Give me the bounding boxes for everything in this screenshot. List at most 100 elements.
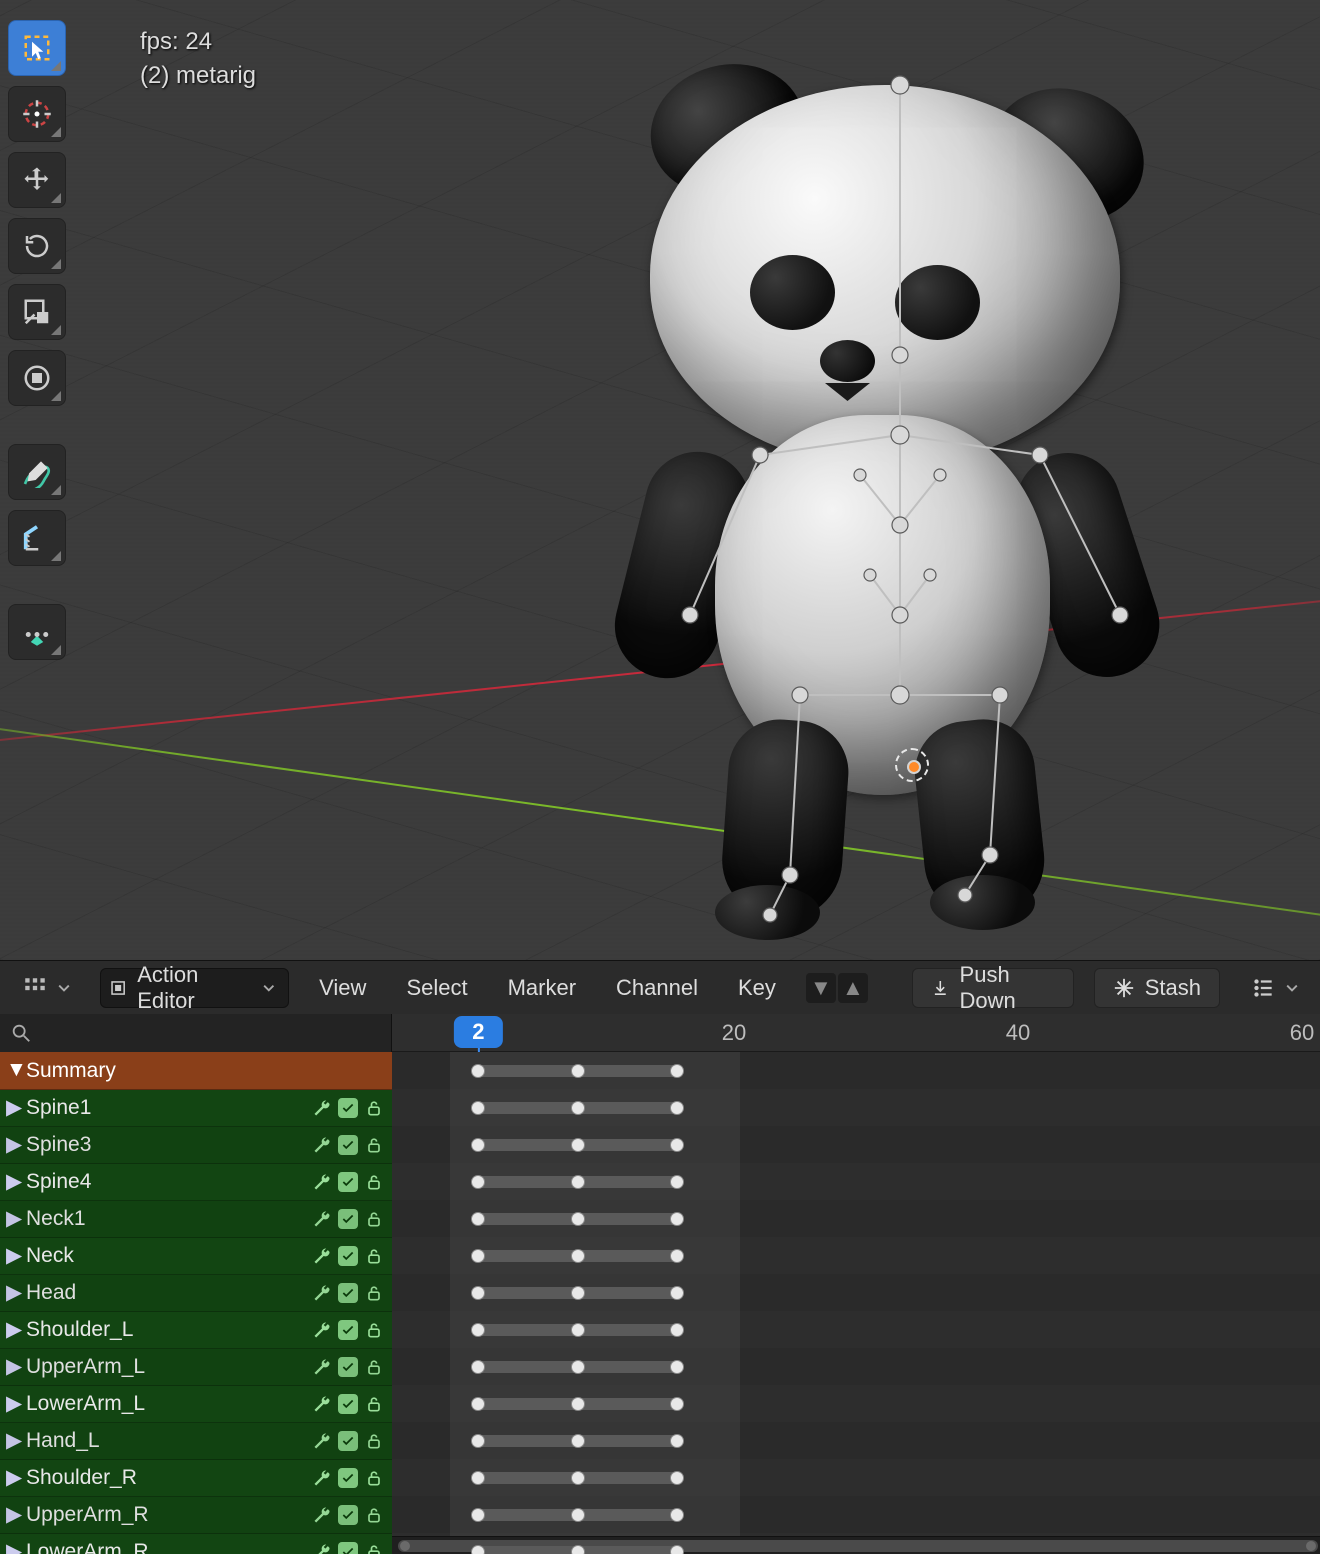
channel-row[interactable]: ▶LowerArm_L xyxy=(0,1386,392,1423)
header-overflow[interactable] xyxy=(1240,971,1308,1005)
channel-search[interactable] xyxy=(0,1014,392,1052)
keyframe[interactable] xyxy=(670,1323,684,1337)
expand-icon[interactable]: ▼ xyxy=(6,1058,22,1082)
keyframe[interactable] xyxy=(571,1064,585,1078)
channel-row[interactable]: ▶Spine4 xyxy=(0,1164,392,1201)
expand-icon[interactable]: ▶ xyxy=(6,1243,22,1268)
channel-row[interactable]: ▶Spine1 xyxy=(0,1090,392,1127)
keyframe[interactable] xyxy=(471,1286,485,1300)
lock-icon[interactable] xyxy=(364,1135,384,1155)
keyframe[interactable] xyxy=(471,1360,485,1374)
key-track[interactable] xyxy=(392,1237,1320,1274)
expand-icon[interactable]: ▶ xyxy=(6,1428,22,1453)
stash-button[interactable]: Stash xyxy=(1094,968,1220,1008)
keyframe[interactable] xyxy=(571,1471,585,1485)
lock-icon[interactable] xyxy=(364,1505,384,1525)
keyframe[interactable] xyxy=(471,1138,485,1152)
mute-checkbox[interactable] xyxy=(338,1246,358,1266)
key-track[interactable] xyxy=(392,1311,1320,1348)
key-track[interactable] xyxy=(392,1348,1320,1385)
mute-checkbox[interactable] xyxy=(338,1431,358,1451)
keyframe[interactable] xyxy=(471,1508,485,1522)
key-track[interactable] xyxy=(392,1533,1320,1554)
expand-icon[interactable]: ▶ xyxy=(6,1539,22,1554)
expand-icon[interactable]: ▶ xyxy=(6,1317,22,1342)
mute-checkbox[interactable] xyxy=(338,1209,358,1229)
sort-up-button[interactable]: ▲ xyxy=(838,973,868,1003)
lock-icon[interactable] xyxy=(364,1098,384,1118)
key-track[interactable] xyxy=(392,1496,1320,1533)
keyframe[interactable] xyxy=(670,1471,684,1485)
mute-checkbox[interactable] xyxy=(338,1468,358,1488)
mute-checkbox[interactable] xyxy=(338,1542,358,1554)
keyframe[interactable] xyxy=(670,1138,684,1152)
expand-icon[interactable]: ▶ xyxy=(6,1206,22,1231)
keyframe[interactable] xyxy=(670,1434,684,1448)
keyframe[interactable] xyxy=(670,1508,684,1522)
keyframe[interactable] xyxy=(471,1323,485,1337)
lock-icon[interactable] xyxy=(364,1394,384,1414)
channel-row[interactable]: ▶UpperArm_R xyxy=(0,1497,392,1534)
3d-viewport[interactable]: fps: 24 (2) metarig xyxy=(0,0,1320,960)
transform-tool[interactable] xyxy=(8,350,66,406)
keyframe[interactable] xyxy=(670,1212,684,1226)
key-track[interactable] xyxy=(392,1200,1320,1237)
keyframe[interactable] xyxy=(571,1101,585,1115)
mute-checkbox[interactable] xyxy=(338,1357,358,1377)
channel-list[interactable]: ▼Summary▶Spine1▶Spine3▶Spine4▶Neck1▶Neck… xyxy=(0,1052,392,1554)
mute-checkbox[interactable] xyxy=(338,1135,358,1155)
measure-tool[interactable] xyxy=(8,510,66,566)
keyframe[interactable] xyxy=(670,1249,684,1263)
expand-icon[interactable]: ▶ xyxy=(6,1132,22,1157)
lock-icon[interactable] xyxy=(364,1320,384,1340)
mute-checkbox[interactable] xyxy=(338,1505,358,1525)
keyframe[interactable] xyxy=(471,1175,485,1189)
channel-row[interactable]: ▶UpperArm_L xyxy=(0,1349,392,1386)
keyframe[interactable] xyxy=(571,1397,585,1411)
keyframe[interactable] xyxy=(471,1545,485,1554)
keyframe[interactable] xyxy=(471,1212,485,1226)
expand-icon[interactable]: ▶ xyxy=(6,1391,22,1416)
expand-icon[interactable]: ▶ xyxy=(6,1280,22,1305)
key-track[interactable] xyxy=(392,1422,1320,1459)
keyframe[interactable] xyxy=(571,1508,585,1522)
keyframe[interactable] xyxy=(670,1101,684,1115)
keyframe-area[interactable] xyxy=(392,1052,1320,1554)
keyframe[interactable] xyxy=(571,1323,585,1337)
expand-icon[interactable]: ▶ xyxy=(6,1354,22,1379)
keyframe[interactable] xyxy=(571,1212,585,1226)
sort-down-button[interactable]: ▼ xyxy=(806,973,836,1003)
keyframe[interactable] xyxy=(571,1360,585,1374)
channel-row[interactable]: ▶Neck1 xyxy=(0,1201,392,1238)
mute-checkbox[interactable] xyxy=(338,1172,358,1192)
expand-icon[interactable]: ▶ xyxy=(6,1465,22,1490)
keyframe[interactable] xyxy=(670,1064,684,1078)
keyframe[interactable] xyxy=(670,1545,684,1554)
keyframe[interactable] xyxy=(571,1175,585,1189)
mute-checkbox[interactable] xyxy=(338,1098,358,1118)
expand-icon[interactable]: ▶ xyxy=(6,1095,22,1120)
keyframe[interactable] xyxy=(471,1101,485,1115)
lock-icon[interactable] xyxy=(364,1357,384,1377)
expand-icon[interactable]: ▶ xyxy=(6,1169,22,1194)
keyframe[interactable] xyxy=(670,1397,684,1411)
key-track[interactable] xyxy=(392,1274,1320,1311)
menu-view[interactable]: View xyxy=(309,971,376,1005)
scale-tool[interactable] xyxy=(8,284,66,340)
key-track[interactable] xyxy=(392,1385,1320,1422)
key-track[interactable] xyxy=(392,1052,1320,1089)
channel-row[interactable]: ▶Neck xyxy=(0,1238,392,1275)
menu-channel[interactable]: Channel xyxy=(606,971,708,1005)
channel-row[interactable]: ▶Head xyxy=(0,1275,392,1312)
lock-icon[interactable] xyxy=(364,1283,384,1303)
key-track[interactable] xyxy=(392,1126,1320,1163)
channel-row[interactable]: ▶Shoulder_L xyxy=(0,1312,392,1349)
keyframe[interactable] xyxy=(670,1360,684,1374)
keyframe[interactable] xyxy=(571,1249,585,1263)
keyframe[interactable] xyxy=(471,1064,485,1078)
lock-icon[interactable] xyxy=(364,1246,384,1266)
key-track[interactable] xyxy=(392,1163,1320,1200)
expand-icon[interactable]: ▶ xyxy=(6,1502,22,1527)
lock-icon[interactable] xyxy=(364,1468,384,1488)
lock-icon[interactable] xyxy=(364,1209,384,1229)
